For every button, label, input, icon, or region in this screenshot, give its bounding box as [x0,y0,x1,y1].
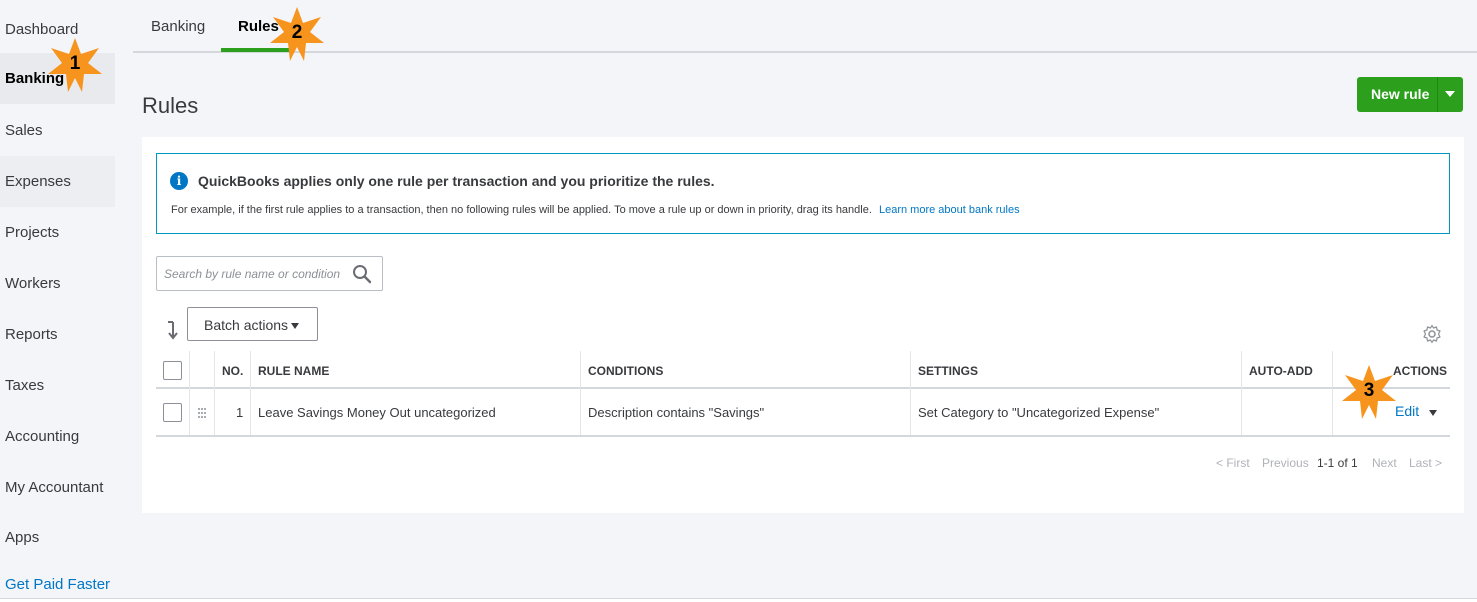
column-divider [1332,389,1333,435]
gear-icon[interactable] [1422,324,1442,344]
sidebar-item-sales[interactable]: Sales [0,105,115,156]
column-divider [910,389,911,435]
header-settings[interactable]: SETTINGS [918,364,978,378]
header-actions: ACTIONS [1393,364,1447,378]
column-divider [1332,351,1333,389]
column-divider [214,389,215,435]
info-icon: i [170,172,188,190]
header-conditions[interactable]: CONDITIONS [588,364,663,378]
column-divider [189,351,190,389]
annotation-number: 1 [69,53,81,74]
sidebar-item-workers[interactable]: Workers [0,258,115,309]
new-rule-label: New rule [1371,86,1430,102]
edit-rule-button[interactable]: Edit [1395,403,1419,419]
sidebar-item-expenses[interactable]: Expenses [0,156,115,207]
sort-icon[interactable] [164,320,182,340]
batch-actions-label: Batch actions [204,317,289,333]
cell-no: 1 [236,405,244,420]
row-actions-dropdown-icon[interactable] [1429,410,1437,416]
batch-actions-button[interactable]: Batch actions [187,307,318,341]
annotation-star-3: 3 [1340,363,1398,421]
column-divider [250,389,251,435]
table-row: 1 Leave Savings Money Out uncategorized … [156,389,1450,437]
banking-tabs: Banking Rules [133,0,1477,53]
get-paid-faster-link[interactable]: Get Paid Faster [5,576,110,593]
rules-card: i QuickBooks applies only one rule per t… [142,137,1464,513]
annotation-star-2: 2 [268,5,326,63]
pager-last: Last > [1409,456,1443,470]
info-title: QuickBooks applies only one rule per tra… [198,173,715,189]
sidebar-item-apps[interactable]: Apps [0,512,115,563]
header-auto-add[interactable]: AUTO-ADD [1249,364,1313,378]
sidebar-item-taxes[interactable]: Taxes [0,360,115,411]
column-divider [910,351,911,389]
pager-first: < First [1216,456,1250,470]
info-body-text: For example, if the first rule applies t… [171,204,872,216]
bottom-strip [0,598,1477,602]
cell-conditions: Description contains "Savings" [588,405,765,420]
annotation-number: 3 [1363,380,1375,401]
column-divider [580,351,581,389]
info-body: For example, if the first rule applies t… [171,204,1020,216]
learn-more-link[interactable]: Learn more about bank rules [879,204,1020,216]
search-placeholder: Search by rule name or condition [164,267,341,281]
pager-previous: Previous [1262,456,1309,470]
column-divider [1241,389,1242,435]
search-input[interactable]: Search by rule name or condition [156,256,383,291]
column-divider [214,351,215,389]
annotation-number: 2 [291,22,303,43]
pager-next: Next [1372,456,1397,470]
row-checkbox[interactable] [163,403,182,422]
column-divider [189,389,190,435]
select-all-checkbox[interactable] [163,361,182,380]
info-banner: i QuickBooks applies only one rule per t… [156,153,1450,234]
header-rule-name[interactable]: RULE NAME [258,364,329,378]
annotation-star-1: 1 [46,36,104,94]
table-header: NO. RULE NAME CONDITIONS SETTINGS AUTO-A… [156,351,1450,389]
search-icon[interactable] [352,264,372,284]
sidebar-item-reports[interactable]: Reports [0,309,115,360]
new-rule-dropdown-icon[interactable] [1445,91,1455,97]
cell-settings: Set Category to "Uncategorized Expense" [918,405,1160,420]
pager-range: 1-1 of 1 [1317,456,1358,470]
header-no[interactable]: NO. [222,364,243,378]
cell-rule-name: Leave Savings Money Out uncategorized [258,405,496,420]
sidebar-item-accounting[interactable]: Accounting [0,411,115,462]
page-title: Rules [142,93,199,118]
column-divider [1241,351,1242,389]
column-divider [250,351,251,389]
sidebar-item-my-accountant[interactable]: My Accountant [0,462,115,513]
chevron-down-icon [291,323,299,329]
sidebar-item-projects[interactable]: Projects [0,207,115,258]
new-rule-button[interactable]: New rule [1357,77,1463,112]
drag-handle-icon[interactable] [197,407,207,419]
new-rule-divider [1437,77,1438,112]
tab-banking[interactable]: Banking [151,18,205,35]
column-divider [580,389,581,435]
